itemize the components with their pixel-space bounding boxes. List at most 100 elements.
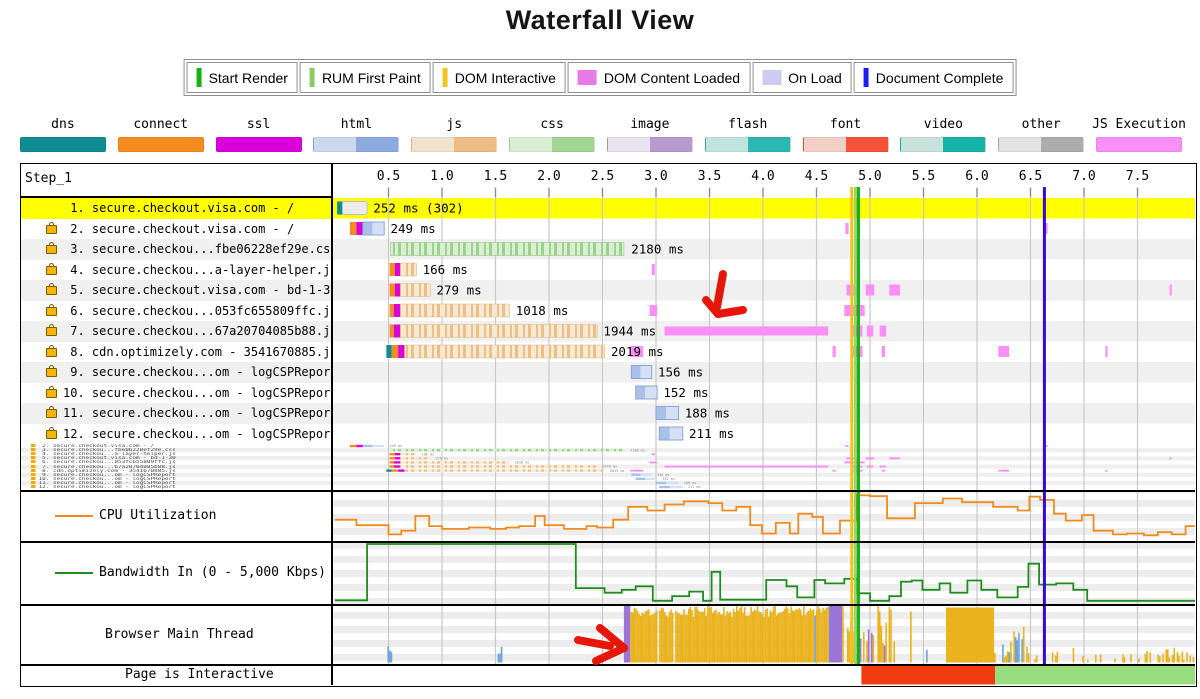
axis-tick-label: 6.0 bbox=[965, 169, 988, 184]
key-label: dns bbox=[51, 117, 74, 132]
legend-label: Document Complete bbox=[876, 70, 1004, 86]
request-row-label[interactable]: 10. secure.checkou...om - logCSPReport bbox=[21, 383, 331, 404]
event-legend: Start Render RUM First Paint DOM Interacti… bbox=[184, 59, 1017, 96]
request-row-label[interactable]: 2. secure.checkout.visa.com - / bbox=[21, 219, 331, 240]
legend-swatch-icon bbox=[443, 68, 448, 87]
lock-icon bbox=[46, 327, 57, 336]
svg-text:279 ms: 279 ms bbox=[435, 457, 448, 461]
lock-icon-mini bbox=[31, 485, 36, 488]
request-row-label[interactable]: 11. secure.checkou...om - logCSPReport bbox=[21, 403, 331, 424]
duration-label: 1944 ms bbox=[603, 324, 656, 339]
request-row-label[interactable]: 12. secure.checkou...om - logCSPReport bbox=[21, 424, 331, 445]
axis-tick-label: 1.0 bbox=[430, 169, 453, 184]
lock-icon bbox=[46, 348, 57, 357]
key-label: js bbox=[446, 117, 462, 132]
key-item-dns: dns bbox=[14, 117, 112, 152]
key-swatch-icon bbox=[1096, 137, 1182, 152]
key-item-other: other bbox=[992, 117, 1090, 152]
cpu-utilization-label-swatch-icon bbox=[55, 515, 93, 517]
key-item-css: css bbox=[503, 117, 601, 152]
lock-icon bbox=[46, 307, 57, 316]
axis-tick-label: 5.0 bbox=[858, 169, 881, 184]
request-url: 10. secure.checkou...om - logCSPReport bbox=[63, 383, 331, 404]
axis-tick-label: 2.0 bbox=[537, 169, 560, 184]
lock-icon-mini bbox=[31, 448, 36, 451]
request-url: 12. secure.checkou...om - logCSPReport bbox=[63, 424, 331, 445]
lock-icon bbox=[46, 389, 57, 398]
dom-interactive-marker bbox=[850, 187, 853, 664]
legend-item-dom-interactive: DOM Interactive bbox=[433, 62, 566, 93]
step-label: Step_1 bbox=[25, 171, 72, 186]
legend-swatch-icon bbox=[864, 68, 869, 87]
rum-first-paint-marker bbox=[854, 187, 856, 664]
key-item-flash: flash bbox=[699, 117, 797, 152]
legend-label: RUM First Paint bbox=[322, 70, 421, 86]
request-url: 2. secure.checkout.visa.com - / bbox=[63, 219, 294, 240]
legend-item-start-render: Start Render bbox=[187, 62, 298, 93]
page-is-interactive-label-text: Page is Interactive bbox=[125, 667, 274, 682]
axis-tick-label: 6.5 bbox=[1018, 169, 1041, 184]
key-item-connect: connect bbox=[112, 117, 210, 152]
request-row-label[interactable]: 9. secure.checkou...om - logCSPReport bbox=[21, 362, 331, 383]
request-url: 5. secure.checkout.visa.com - bd-1-30 bbox=[63, 280, 331, 301]
page-title: Waterfall View bbox=[0, 5, 1200, 36]
request-row-label[interactable]: 3. secure.checkou...fbe06228ef29e.css bbox=[21, 239, 331, 260]
bandwidth-in-label: Bandwidth In (0 - 5,000 Kbps) bbox=[21, 541, 331, 604]
duration-label: 156 ms bbox=[658, 365, 703, 380]
duration-label: 249 ms bbox=[390, 221, 435, 236]
key-label: other bbox=[1022, 117, 1061, 132]
request-row-label[interactable]: 1. secure.checkout.visa.com - / bbox=[21, 198, 331, 219]
lock-icon-mini bbox=[31, 473, 36, 476]
duration-label: 2019 ms bbox=[610, 344, 663, 359]
lock-icon-mini bbox=[31, 452, 36, 455]
key-swatch-icon bbox=[900, 137, 986, 152]
legend-item-dom-content-loaded: DOM Content Loaded bbox=[568, 62, 750, 93]
page-is-interactive-label: Page is Interactive bbox=[21, 664, 331, 685]
key-item-js: js bbox=[405, 117, 503, 152]
waterfall-chart: 0.51.01.52.02.53.03.54.04.55.05.56.06.57… bbox=[333, 164, 1196, 685]
duration-label: 1018 ms bbox=[515, 303, 568, 318]
request-url: 6. secure.checkou...053fc655809ffc.js bbox=[63, 301, 331, 322]
request-url: 8. cdn.optimizely.com - 3541670885.js bbox=[63, 342, 331, 363]
key-swatch-icon bbox=[313, 137, 399, 152]
axis-tick-label: 3.0 bbox=[644, 169, 667, 184]
section-border-interactive bbox=[21, 664, 1195, 666]
key-label: ssl bbox=[247, 117, 270, 132]
header-underline bbox=[21, 196, 331, 198]
duration-label: 188 ms bbox=[684, 406, 729, 421]
duration-label: 252 ms (302) bbox=[373, 201, 463, 216]
request-row-label[interactable]: 5. secure.checkout.visa.com - bd-1-30 bbox=[21, 280, 331, 301]
request-row-label[interactable]: 7. secure.checkou...67a20704085b88.js bbox=[21, 321, 331, 342]
svg-text:166 ms: 166 ms bbox=[421, 452, 434, 456]
request-url: 4. secure.checkou...a-layer-helper.js bbox=[63, 260, 331, 281]
lock-icon-mini bbox=[31, 469, 36, 472]
lock-icon-mini bbox=[31, 456, 36, 459]
lock-icon bbox=[46, 368, 57, 377]
request-url: 7. secure.checkou...67a20704085b88.js bbox=[63, 321, 331, 342]
waterfall-view-page: { "title": "Waterfall View", "legend": [… bbox=[0, 0, 1200, 699]
legend-item-on-load: On Load bbox=[752, 62, 852, 93]
legend-label: Start Render bbox=[209, 70, 288, 86]
request-row-label[interactable]: 4. secure.checkou...a-layer-helper.js bbox=[21, 260, 331, 281]
key-label: css bbox=[540, 117, 563, 132]
svg-text:2180 ms: 2180 ms bbox=[630, 448, 645, 452]
axis-tick-label: 1.5 bbox=[483, 169, 506, 184]
key-swatch-icon bbox=[411, 137, 497, 152]
lock-icon bbox=[46, 409, 57, 418]
key-swatch-icon bbox=[998, 137, 1084, 152]
legend-item-rum-first-paint: RUM First Paint bbox=[300, 62, 431, 93]
key-label: flash bbox=[728, 117, 767, 132]
key-item-video: video bbox=[894, 117, 992, 152]
request-row-label[interactable]: 8. cdn.optimizely.com - 3541670885.js bbox=[21, 342, 331, 363]
svg-text:211 ms: 211 ms bbox=[688, 485, 701, 489]
resource-type-key: dnsconnectsslhtmljscssimageflashfontvide… bbox=[14, 117, 1188, 152]
svg-text:2019 ms: 2019 ms bbox=[609, 469, 624, 473]
duration-label: 2180 ms bbox=[631, 242, 684, 257]
row-band bbox=[333, 362, 1196, 383]
legend-item-document-complete: Document Complete bbox=[854, 62, 1014, 93]
request-row-label[interactable]: 6. secure.checkou...053fc655809ffc.js bbox=[21, 301, 331, 322]
svg-text:1018 ms: 1018 ms bbox=[514, 461, 529, 465]
request-url: 11. secure.checkou...om - logCSPReport bbox=[63, 403, 331, 424]
key-item-font: font bbox=[797, 117, 895, 152]
lock-icon bbox=[46, 225, 57, 234]
